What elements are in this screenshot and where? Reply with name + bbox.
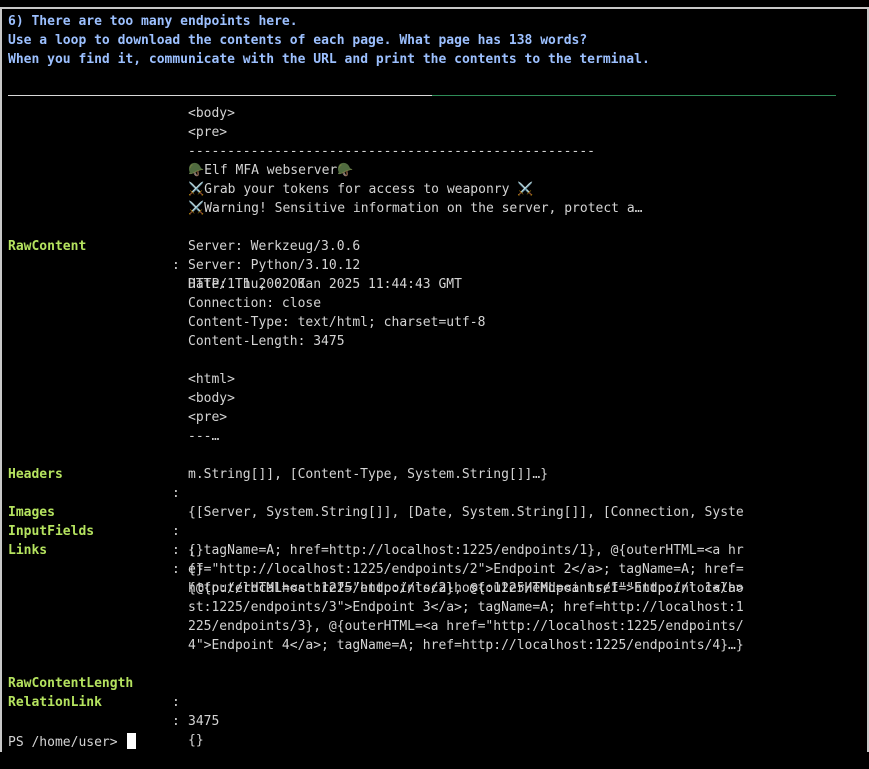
inputfields-row: InputFields : {} xyxy=(8,503,838,577)
content-line: <pre> xyxy=(8,123,838,142)
content-value: <pre> xyxy=(188,125,228,140)
relationlink-row: RelationLink : {} xyxy=(8,674,838,748)
links-value: st:1225/endpoints/3">Endpoint 3</a>; tag… xyxy=(188,600,744,615)
rawcontentlength-row: RawContentLength : 3475 xyxy=(8,655,838,729)
rawcontent-value: Content-Length: 3475 xyxy=(188,334,345,349)
rawcontent-value: Connection: close xyxy=(188,296,322,311)
content-value: 🪖Elf MFA webserver🪖 xyxy=(188,163,354,178)
links-value: http://localhost:1225/endpoints/2}, @{ou… xyxy=(188,581,744,596)
rawcontent-value: <pre> xyxy=(188,410,228,425)
links-row: Links : {@{outerHTML=<a href="http://loc… xyxy=(8,522,838,596)
content-value: ⚔️Grab your tokens for access to weaponr… xyxy=(188,182,534,197)
command-prompt[interactable]: PS /home/user> xyxy=(8,733,136,752)
rawcontent-value: Date: Thu, 02 Jan 2025 11:44:43 GMT xyxy=(188,277,462,292)
rawcontent-value: Content-Type: text/html; charset=utf-8 xyxy=(188,315,486,330)
rawcontentlength-value: 3475 xyxy=(188,714,220,729)
relationlink-key: RelationLink xyxy=(8,695,102,710)
content-line: <body> xyxy=(8,104,838,123)
rawcontent-value: Server: Werkzeug/3.0.6 xyxy=(188,239,361,254)
rawcontent-value: Server: Python/3.10.12 xyxy=(188,258,361,273)
prompt-text: PS /home/user> xyxy=(8,735,118,750)
separator: : xyxy=(172,714,180,729)
content-line: 🪖Elf MFA webserver🪖 xyxy=(8,161,838,180)
links-value: 225/endpoints/3}, @{outerHTML=<a href="h… xyxy=(188,619,744,634)
rawcontent-value: <html> xyxy=(188,372,235,387)
links-value: 4">Endpoint 4</a>; tagName=A; href=http:… xyxy=(188,638,744,653)
pane-divider-left xyxy=(8,95,432,96)
command-output: <body> <pre> ---------------------------… xyxy=(8,104,838,748)
content-value: ----------------------------------------… xyxy=(188,144,595,159)
terminal-window[interactable]: 6) There are too many endpoints here. Us… xyxy=(0,7,869,752)
content-line: ----------------------------------------… xyxy=(8,142,838,161)
instruction-line: 6) There are too many endpoints here. xyxy=(8,14,298,29)
relationlink-value: {} xyxy=(188,733,204,748)
content-line: ⚔️Warning! Sensitive information on the … xyxy=(8,199,838,218)
rawcontent-value: ---… xyxy=(188,429,220,444)
links-value: ; tagName=A; href=http://localhost:1225/… xyxy=(188,543,744,558)
separator: : xyxy=(172,695,180,710)
links-value: ef="http://localhost:1225/endpoints/2">E… xyxy=(188,562,744,577)
challenge-instructions: 6) There are too many endpoints here. Us… xyxy=(8,12,650,69)
content-value: ⚔️Warning! Sensitive information on the … xyxy=(188,201,643,216)
headers-row: Headers : {[Server, System.String[]], [D… xyxy=(8,446,838,520)
content-line: ⚔️Grab your tokens for access to weaponr… xyxy=(8,180,838,199)
rawcontent-row: RawContent : HTTP/1.1 200 OK xyxy=(8,218,838,292)
content-value: <body> xyxy=(188,106,235,121)
headers-value: m.String[]], [Content-Type, System.Strin… xyxy=(188,467,549,482)
instruction-line: Use a loop to download the contents of e… xyxy=(8,33,588,48)
images-row: Images : {} xyxy=(8,484,838,558)
pane-divider-right xyxy=(432,95,836,96)
text-cursor[interactable] xyxy=(126,733,136,749)
rawcontent-value: <body> xyxy=(188,391,235,406)
instruction-line: When you find it, communicate with the U… xyxy=(8,52,650,67)
